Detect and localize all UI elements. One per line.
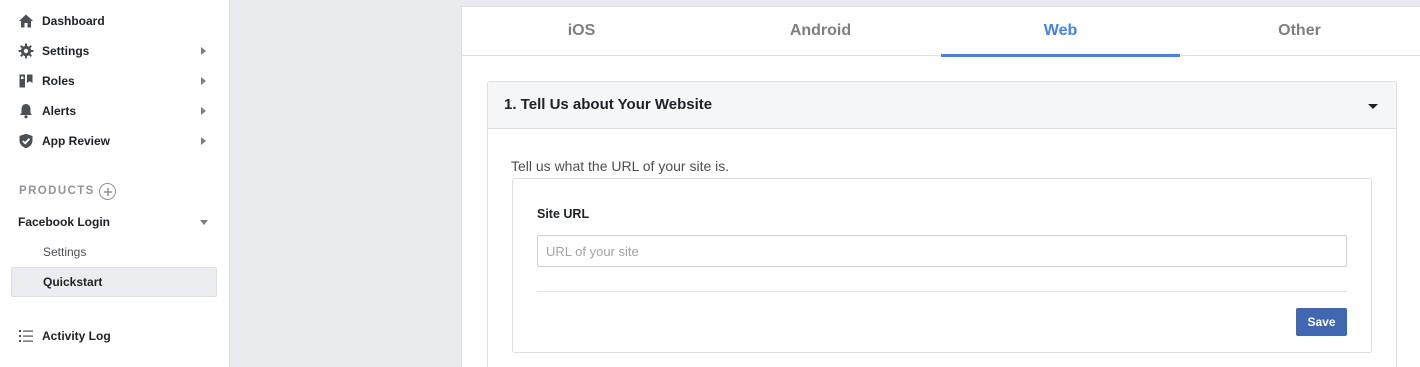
roles-icon (18, 73, 34, 89)
sidebar-subitem-label: Settings (43, 245, 87, 259)
site-url-form: Site URL Save (512, 178, 1372, 353)
sidebar-item-settings[interactable]: Settings (0, 36, 230, 66)
sidebar-item-roles[interactable]: Roles (0, 66, 230, 96)
website-step-panel: 1. Tell Us about Your Website Tell us wh… (487, 81, 1397, 367)
product-label: Facebook Login (18, 215, 111, 229)
tab-android[interactable]: Android (701, 7, 940, 56)
products-section-title: PRODUCTS (19, 185, 95, 197)
sidebar-item-label: Settings (42, 44, 90, 58)
sidebar-item-activity-log[interactable]: Activity Log (0, 321, 230, 351)
sidebar-item-label: Activity Log (42, 329, 111, 343)
sidebar-subitem-label: Quickstart (43, 275, 103, 289)
sidebar-item-label: Dashboard (42, 14, 105, 28)
sidebar-item-alerts[interactable]: Alerts (0, 96, 230, 126)
sidebar-item-label: App Review (42, 134, 111, 148)
product-facebook-login[interactable]: Facebook Login (0, 207, 230, 237)
panel-title: 1. Tell Us about Your Website (504, 96, 713, 113)
divider (537, 291, 1347, 292)
shield-check-icon (18, 133, 34, 149)
quickstart-card: iOS Android Web Other 1. Tell Us about Y… (461, 6, 1420, 367)
sidebar-subitem-settings[interactable]: Settings (11, 237, 217, 267)
plus-icon (103, 187, 112, 196)
collapse-caret-icon (1368, 104, 1378, 109)
site-url-label: Site URL (537, 207, 590, 221)
gear-icon (18, 43, 34, 59)
chevron-down-icon (200, 220, 208, 225)
tab-ios[interactable]: iOS (462, 7, 701, 56)
tab-other[interactable]: Other (1180, 7, 1419, 56)
panel-header[interactable]: 1. Tell Us about Your Website (488, 82, 1396, 129)
sidebar-item-label: Roles (42, 74, 75, 88)
sidebar-item-app-review[interactable]: App Review (0, 126, 230, 156)
tab-web[interactable]: Web (941, 7, 1180, 57)
list-icon (18, 328, 34, 344)
platform-tabs: iOS Android Web Other (462, 7, 1420, 57)
chevron-right-icon (201, 47, 206, 55)
sidebar-item-dashboard[interactable]: Dashboard (0, 6, 230, 36)
panel-description: Tell us what the URL of your site is. (511, 158, 730, 174)
sidebar-item-label: Alerts (42, 104, 77, 118)
site-url-input[interactable] (537, 235, 1347, 267)
add-product-button[interactable] (99, 183, 116, 200)
sidebar: Dashboard Settings Roles Alerts App Revi… (0, 0, 230, 367)
bell-icon (18, 103, 34, 119)
home-icon (18, 13, 34, 29)
save-button[interactable]: Save (1296, 308, 1347, 336)
chevron-right-icon (201, 137, 206, 145)
chevron-right-icon (201, 107, 206, 115)
chevron-right-icon (201, 77, 206, 85)
sidebar-subitem-quickstart[interactable]: Quickstart (11, 267, 217, 297)
